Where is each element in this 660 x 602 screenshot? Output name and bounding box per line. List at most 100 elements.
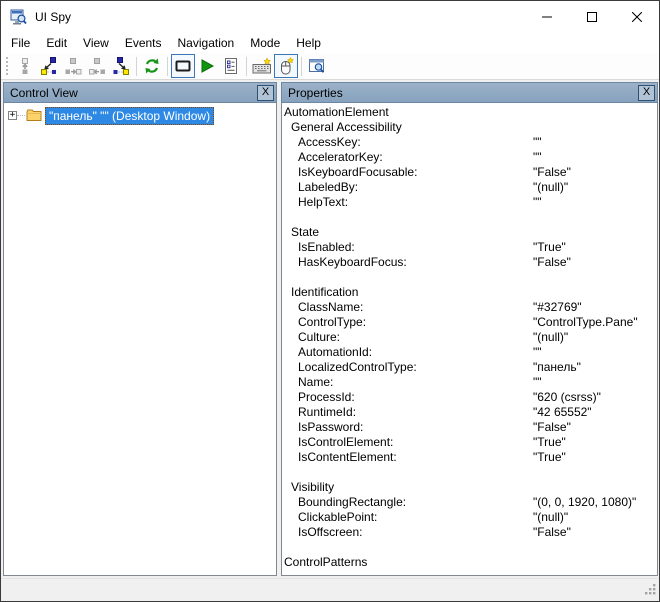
keyboard-mode-button[interactable] xyxy=(250,54,274,78)
tree-expand-toggle[interactable]: + xyxy=(8,111,17,120)
navigate-next-sibling-icon xyxy=(64,57,82,75)
mouse-mode-toggle[interactable] xyxy=(274,54,298,78)
toolbar xyxy=(1,53,659,80)
control-view-tree[interactable]: + "панель" "" (Desktop Window) xyxy=(3,103,277,576)
properties-close-button[interactable]: X xyxy=(638,85,655,101)
property-row: ClassName:"#32769" xyxy=(282,300,657,315)
menu-item-edit[interactable]: Edit xyxy=(38,34,75,52)
minimize-button[interactable] xyxy=(524,1,569,32)
property-row: IsOffscreen: "False" xyxy=(282,525,657,540)
refresh-button[interactable] xyxy=(140,54,164,78)
properties-header: Properties X xyxy=(281,82,658,103)
navigate-next-sibling-button[interactable] xyxy=(61,54,85,78)
refresh-icon xyxy=(143,57,161,75)
menu-item-help[interactable]: Help xyxy=(288,34,329,52)
properties-list[interactable]: AutomationElementGeneral AccessibilityAc… xyxy=(281,103,658,576)
start-events-button[interactable] xyxy=(195,54,219,78)
property-row: AcceleratorKey:"" xyxy=(282,150,657,165)
property-row: IsKeyboardFocusable: "False" xyxy=(282,165,657,180)
property-value: "" xyxy=(533,135,542,150)
toolbar-grip-handle[interactable] xyxy=(4,57,10,75)
toolbar-separator xyxy=(167,57,168,76)
property-label: IsOffscreen: xyxy=(282,525,362,540)
navigate-last-child-icon xyxy=(112,57,130,75)
property-label: Identification xyxy=(282,285,358,300)
close-button[interactable] xyxy=(614,1,659,32)
property-row: ClickablePoint:"(null)" xyxy=(282,510,657,525)
property-row: HasKeyboardFocus: "False" xyxy=(282,255,657,270)
property-row-spacer xyxy=(282,210,657,225)
property-row: HelpText:"" xyxy=(282,195,657,210)
navigate-first-child-button[interactable] xyxy=(37,54,61,78)
control-view-panel: Control View X + "панель" "" (Desktop Wi… xyxy=(3,82,277,576)
property-value: "True" xyxy=(533,240,566,255)
menu-bar: File Edit View Events Navigation Mode He… xyxy=(1,32,659,53)
property-value: "False" xyxy=(533,255,571,270)
property-label: ClassName: xyxy=(282,300,363,315)
menu-item-navigation[interactable]: Navigation xyxy=(170,34,243,52)
navigate-parent-icon xyxy=(16,57,34,75)
property-value: "True" xyxy=(533,435,566,450)
keyboard-mode-icon xyxy=(252,57,272,75)
maximize-button[interactable] xyxy=(569,1,614,32)
resize-grip-handle[interactable] xyxy=(645,584,656,598)
event-list-icon xyxy=(222,57,240,75)
menu-item-events[interactable]: Events xyxy=(117,34,170,52)
property-label: IsControlElement: xyxy=(282,435,393,450)
property-row: IsPassword:"False" xyxy=(282,420,657,435)
tree-connector xyxy=(17,115,25,116)
properties-title: Properties xyxy=(288,86,638,100)
menu-item-mode[interactable]: Mode xyxy=(242,34,288,52)
toolbar-separator xyxy=(301,57,302,76)
event-list-button[interactable] xyxy=(219,54,243,78)
property-label: ControlType: xyxy=(282,315,366,330)
property-value: "" xyxy=(533,375,542,390)
status-bar xyxy=(1,578,659,601)
property-label: Culture: xyxy=(282,330,340,345)
tree-item-desktop-window[interactable]: "панель" "" (Desktop Window) xyxy=(45,107,214,125)
property-label: Name: xyxy=(282,375,333,390)
highlight-rectangle-toggle[interactable] xyxy=(171,54,195,78)
menu-item-file[interactable]: File xyxy=(3,34,38,52)
property-row: ControlPatterns xyxy=(282,555,657,570)
property-value: "ControlType.Pane" xyxy=(533,315,638,330)
property-label: AcceleratorKey: xyxy=(282,150,383,165)
property-row-spacer xyxy=(282,465,657,480)
navigate-previous-sibling-button[interactable] xyxy=(85,54,109,78)
hover-window-button[interactable] xyxy=(305,54,329,78)
property-row-spacer xyxy=(282,270,657,285)
property-row: AutomationId:"" xyxy=(282,345,657,360)
property-label: ProcessId: xyxy=(282,390,355,405)
property-value: "False" xyxy=(533,525,571,540)
title-bar: UI Spy xyxy=(1,1,659,32)
property-value: "(null)" xyxy=(533,330,568,345)
property-row: Identification xyxy=(282,285,657,300)
property-value: "(0, 0, 1920, 1080)" xyxy=(533,495,636,510)
property-label: HasKeyboardFocus: xyxy=(282,255,407,270)
property-value: "True" xyxy=(533,450,566,465)
property-label: IsKeyboardFocusable: xyxy=(282,165,417,180)
property-row: ProcessId:"620 (csrss)" xyxy=(282,390,657,405)
control-view-title: Control View xyxy=(10,86,257,100)
property-row: AccessKey:"" xyxy=(282,135,657,150)
property-row: ControlType: "ControlType.Pane" xyxy=(282,315,657,330)
property-row: State xyxy=(282,225,657,240)
properties-panel: Properties X AutomationElementGeneral Ac… xyxy=(281,82,658,576)
control-view-header: Control View X xyxy=(3,82,277,103)
property-row: LocalizedControlType:"панель" xyxy=(282,360,657,375)
property-value: "" xyxy=(533,345,542,360)
property-row: IsControlElement: "True" xyxy=(282,435,657,450)
property-value: "(null)" xyxy=(533,510,568,525)
property-value: "(null)" xyxy=(533,180,568,195)
menu-item-view[interactable]: View xyxy=(75,34,117,52)
window-title: UI Spy xyxy=(35,10,71,24)
navigate-parent-button[interactable] xyxy=(13,54,37,78)
navigate-last-child-button[interactable] xyxy=(109,54,133,78)
property-value: "панель" xyxy=(533,360,581,375)
navigate-first-child-icon xyxy=(40,57,58,75)
hover-window-icon xyxy=(308,57,327,75)
control-view-close-button[interactable]: X xyxy=(257,85,274,101)
property-row: IsContentElement:"True" xyxy=(282,450,657,465)
property-value: "False" xyxy=(533,165,571,180)
property-row: RuntimeId:"42 65552" xyxy=(282,405,657,420)
